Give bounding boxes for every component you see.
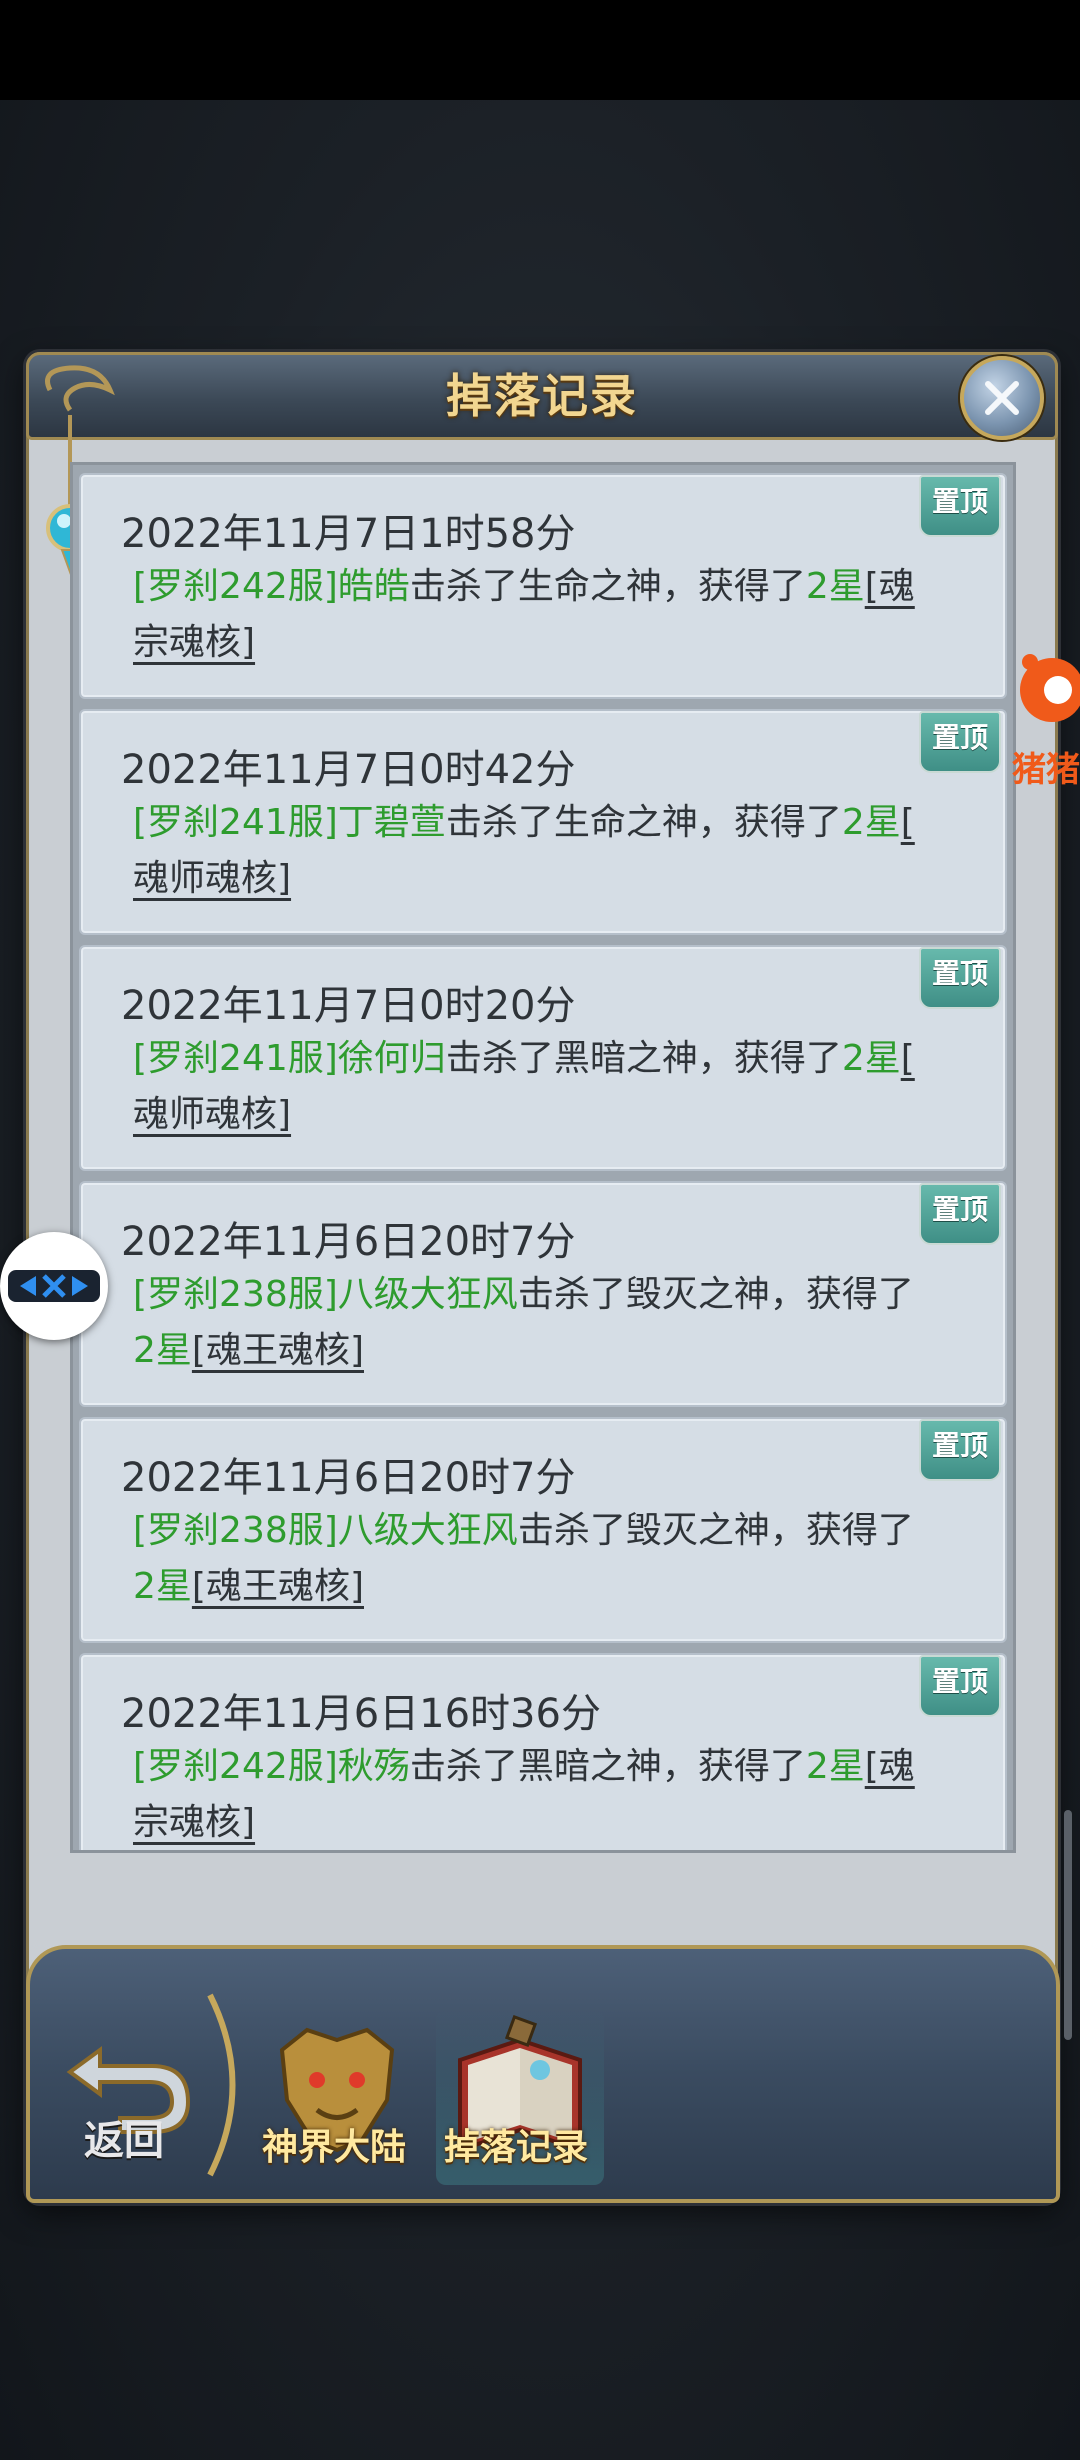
record-date: 2022年11月7日1时58分 [121, 511, 576, 557]
record-player: [罗刹242服]皓皓 [133, 566, 410, 607]
pin-button[interactable]: 置顶 [919, 1655, 1001, 1717]
pin-button[interactable]: 置顶 [919, 475, 1001, 537]
record-message: [罗刹242服]皓皓击杀了生命之神，获得了2星[魂宗魂核] [133, 559, 993, 671]
nav-divider-ornament [207, 1993, 236, 2177]
record-date: 2022年11月7日0时20分 [121, 983, 576, 1029]
record-list[interactable]: 2022年11月7日1时58分 [罗刹242服]皓皓击杀了生命之神，获得了2星[… [70, 462, 1016, 1853]
record-date: 2022年11月6日16时36分 [121, 1691, 601, 1737]
record-item[interactable]: [ [901, 802, 915, 843]
record-player: [罗刹242服]秋殇 [133, 1746, 410, 1787]
pin-button[interactable]: 置顶 [919, 1419, 1001, 1481]
scrollbar[interactable] [1064, 1810, 1072, 2040]
record-action: 击杀了黑暗之神，获得了 [409, 1746, 806, 1787]
close-icon [985, 381, 1019, 415]
record-card: 2022年11月6日20时7分 [罗刹238服]八级大狂风击杀了毁灭之神，获得了… [79, 1181, 1007, 1407]
record-star: 2星 [841, 802, 901, 843]
record-item[interactable]: [魂王魂核] [192, 1566, 364, 1607]
record-message: [罗刹238服]八级大狂风击杀了毁灭之神，获得了 2星[魂王魂核] [133, 1267, 993, 1379]
record-action: 击杀了黑暗之神，获得了 [445, 1038, 842, 1079]
tab-drop-record-label[interactable]: 掉落记录 [444, 2118, 588, 2170]
record-star: 2星 [805, 566, 865, 607]
record-card: 2022年11月7日0时42分 [罗刹241服]丁碧萱击杀了生命之神，获得了2星… [79, 709, 1007, 935]
pin-button[interactable]: 置顶 [919, 947, 1001, 1009]
record-card: 2022年11月7日0时20分 [罗刹241服]徐何归击杀了黑暗之神，获得了2星… [79, 945, 1007, 1171]
floating-assist-button[interactable] [0, 1232, 108, 1340]
record-player: [罗刹241服]徐何归 [133, 1038, 446, 1079]
pig-logo-icon [1020, 654, 1080, 722]
record-player: [罗刹238服]八级大狂风 [133, 1274, 518, 1315]
pin-button[interactable]: 置顶 [919, 1183, 1001, 1245]
back-button-label[interactable]: 返回 [84, 2108, 164, 2166]
record-date: 2022年11月6日20时7分 [121, 1219, 576, 1265]
tab-god-realm-label[interactable]: 神界大陆 [262, 2118, 406, 2170]
record-card: 2022年11月7日1时58分 [罗刹242服]皓皓击杀了生命之神，获得了2星[… [79, 473, 1007, 699]
record-item-cont[interactable]: 魂师魂核] [133, 858, 291, 899]
record-item-cont[interactable]: 魂师魂核] [133, 1094, 291, 1135]
record-item-cont[interactable]: 宗魂核] [133, 1802, 255, 1843]
record-item[interactable]: [魂王魂核] [192, 1330, 364, 1371]
record-item[interactable]: [魂 [865, 566, 915, 607]
close-button[interactable] [960, 356, 1044, 440]
record-star: 2星 [133, 1566, 192, 1607]
record-action: 击杀了生命之神，获得了 [409, 566, 806, 607]
record-item[interactable]: [ [901, 1038, 915, 1079]
record-star: 2星 [841, 1038, 901, 1079]
floating-side-text: 猪猪 [1012, 750, 1080, 790]
record-message: [罗刹241服]徐何归击杀了黑暗之神，获得了2星[ 魂师魂核] [133, 1031, 993, 1143]
record-date: 2022年11月7日0时42分 [121, 747, 576, 793]
record-item-cont[interactable]: 宗魂核] [133, 622, 255, 663]
record-message: [罗刹241服]丁碧萱击杀了生命之神，获得了2星[ 魂师魂核] [133, 795, 993, 907]
double-arrow-icon [8, 1270, 100, 1302]
record-item[interactable]: [魂 [865, 1746, 915, 1787]
record-message: [罗刹242服]秋殇击杀了黑暗之神，获得了2星[魂宗魂核] [133, 1739, 993, 1850]
record-star: 2星 [133, 1330, 192, 1371]
record-action: 击杀了毁灭之神，获得了 [517, 1510, 914, 1551]
record-message: [罗刹238服]八级大狂风击杀了毁灭之神，获得了 2星[魂王魂核] [133, 1503, 993, 1615]
record-star: 2星 [805, 1746, 865, 1787]
pin-button[interactable]: 置顶 [919, 711, 1001, 773]
record-card: 2022年11月6日16时36分 [罗刹242服]秋殇击杀了黑暗之神，获得了2星… [79, 1653, 1007, 1850]
record-action: 击杀了毁灭之神，获得了 [517, 1274, 914, 1315]
record-action: 击杀了生命之神，获得了 [445, 802, 842, 843]
floating-side-widget[interactable]: 猪猪 [1012, 648, 1080, 790]
record-player: [罗刹241服]丁碧萱 [133, 802, 446, 843]
record-player: [罗刹238服]八级大狂风 [133, 1510, 518, 1551]
record-date: 2022年11月6日20时7分 [121, 1455, 576, 1501]
status-bar [0, 0, 1080, 100]
record-card: 2022年11月6日20时7分 [罗刹238服]八级大狂风击杀了毁灭之神，获得了… [79, 1417, 1007, 1643]
window-title: 掉落记录 [446, 369, 638, 423]
title-bar: 掉落记录 [26, 352, 1058, 440]
